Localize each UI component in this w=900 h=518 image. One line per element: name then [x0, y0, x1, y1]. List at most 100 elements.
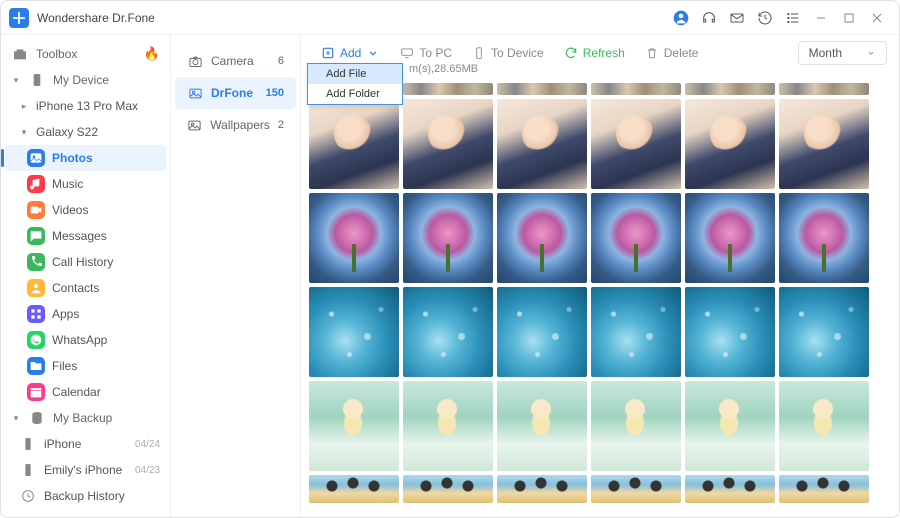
refresh-button[interactable]: Refresh	[556, 42, 633, 64]
device-iphone13[interactable]: ▸ iPhone 13 Pro Max	[5, 93, 166, 119]
cat-photos[interactable]: Photos	[5, 145, 166, 171]
close-button[interactable]	[863, 4, 891, 32]
thumbnail[interactable]	[779, 193, 869, 283]
thumbnail[interactable]	[497, 193, 587, 283]
backup-iphone[interactable]: iPhone 04/24	[5, 431, 166, 457]
thumbnail[interactable]	[497, 99, 587, 189]
history-icon	[19, 487, 37, 505]
calendar-icon	[27, 383, 45, 401]
thumbnail[interactable]	[685, 287, 775, 377]
sidebar-my-backup[interactable]: ▾ My Backup	[5, 405, 166, 431]
cat-whatsapp[interactable]: WhatsApp	[5, 327, 166, 353]
thumbnail[interactable]	[591, 287, 681, 377]
thumbnail[interactable]	[309, 287, 399, 377]
cat-apps[interactable]: Apps	[5, 301, 166, 327]
thumbnail[interactable]	[497, 381, 587, 471]
to-device-button[interactable]: To Device	[464, 42, 552, 64]
thumbnail[interactable]	[497, 83, 587, 95]
app-title: Wondershare Dr.Fone	[37, 11, 155, 25]
files-icon	[27, 357, 45, 375]
cat-videos[interactable]: Videos	[5, 197, 166, 223]
device-icon	[28, 71, 46, 89]
thumbnail[interactable]	[685, 83, 775, 95]
thumbnail[interactable]	[309, 381, 399, 471]
chevron-right-icon: ▸	[19, 101, 29, 112]
menu-list-icon[interactable]	[779, 4, 807, 32]
cat-contacts[interactable]: Contacts	[5, 275, 166, 301]
apps-icon	[27, 305, 45, 323]
sidebar-screen-mirror[interactable]: Screen Mirror	[5, 509, 166, 517]
minimize-button[interactable]	[807, 4, 835, 32]
sidebar-toolbox[interactable]: Toolbox 🔥	[5, 41, 166, 67]
picture-icon	[187, 85, 203, 101]
thumbnail[interactable]	[403, 287, 493, 377]
thumbnail[interactable]	[685, 193, 775, 283]
add-file-option[interactable]: Add File	[308, 64, 402, 84]
backup-emily[interactable]: Emily's iPhone 04/23	[5, 457, 166, 483]
photos-icon	[27, 149, 45, 167]
content-toolbar: Add To PC To Device Refresh Delete Month	[301, 35, 899, 71]
backup-icon	[28, 409, 46, 427]
thumbnail[interactable]	[591, 83, 681, 95]
phone-device-icon	[19, 461, 37, 479]
thumbnail[interactable]	[497, 475, 587, 503]
cat-messages[interactable]: Messages	[5, 223, 166, 249]
thumbnail[interactable]	[591, 381, 681, 471]
thumbnail[interactable]	[403, 475, 493, 503]
delete-button[interactable]: Delete	[637, 42, 707, 64]
cat-calendar[interactable]: Calendar	[5, 379, 166, 405]
thumbnail[interactable]	[779, 83, 869, 95]
thumbnail[interactable]	[309, 193, 399, 283]
thumbnail[interactable]	[403, 83, 493, 95]
sidebar-my-device[interactable]: ▾ My Device	[5, 67, 166, 93]
thumbnail[interactable]	[779, 475, 869, 503]
thumbnail[interactable]	[497, 287, 587, 377]
thumbnail[interactable]	[779, 381, 869, 471]
album-wallpapers[interactable]: Wallpapers 2	[175, 109, 296, 141]
picture-icon	[187, 117, 202, 133]
thumbnail[interactable]	[403, 99, 493, 189]
photo-grid	[301, 81, 899, 517]
month-dropdown[interactable]: Month	[798, 41, 887, 65]
add-button[interactable]: Add	[313, 42, 388, 64]
maximize-button[interactable]	[835, 4, 863, 32]
cat-files[interactable]: Files	[5, 353, 166, 379]
thumbnail[interactable]	[685, 475, 775, 503]
thumbnail[interactable]	[309, 475, 399, 503]
thumbnail[interactable]	[403, 193, 493, 283]
history-icon[interactable]	[751, 4, 779, 32]
chevron-down-icon: ▾	[11, 413, 21, 424]
add-folder-option[interactable]: Add Folder	[308, 84, 402, 104]
mail-icon[interactable]	[723, 4, 751, 32]
thumbnail[interactable]	[403, 381, 493, 471]
phone-device-icon	[19, 435, 37, 453]
device-galaxy[interactable]: ▾ Galaxy S22	[5, 119, 166, 145]
fire-icon: 🔥	[144, 46, 160, 62]
phone-icon	[27, 253, 45, 271]
album-panel: Camera 6 DrFone 150 Wallpapers 2	[171, 35, 301, 517]
messages-icon	[27, 227, 45, 245]
album-drfone[interactable]: DrFone 150	[175, 77, 296, 109]
backup-history[interactable]: Backup History	[5, 483, 166, 509]
cat-music[interactable]: Music	[5, 171, 166, 197]
chevron-down-icon: ▾	[11, 75, 21, 86]
app-logo	[9, 8, 29, 28]
thumbnail[interactable]	[779, 287, 869, 377]
album-camera[interactable]: Camera 6	[175, 45, 296, 77]
toolbox-icon	[11, 45, 29, 63]
headset-icon[interactable]	[695, 4, 723, 32]
account-icon[interactable]	[667, 4, 695, 32]
thumbnail[interactable]	[591, 99, 681, 189]
to-pc-button[interactable]: To PC	[392, 42, 460, 64]
thumbnail[interactable]	[591, 193, 681, 283]
thumbnail[interactable]	[591, 475, 681, 503]
cat-callhistory[interactable]: Call History	[5, 249, 166, 275]
thumbnail[interactable]	[685, 381, 775, 471]
add-dropdown-menu: Add File Add Folder	[307, 63, 403, 105]
thumbnail[interactable]	[779, 99, 869, 189]
thumbnail[interactable]	[309, 99, 399, 189]
videos-icon	[27, 201, 45, 219]
music-icon	[27, 175, 45, 193]
camera-icon	[187, 53, 203, 69]
thumbnail[interactable]	[685, 99, 775, 189]
